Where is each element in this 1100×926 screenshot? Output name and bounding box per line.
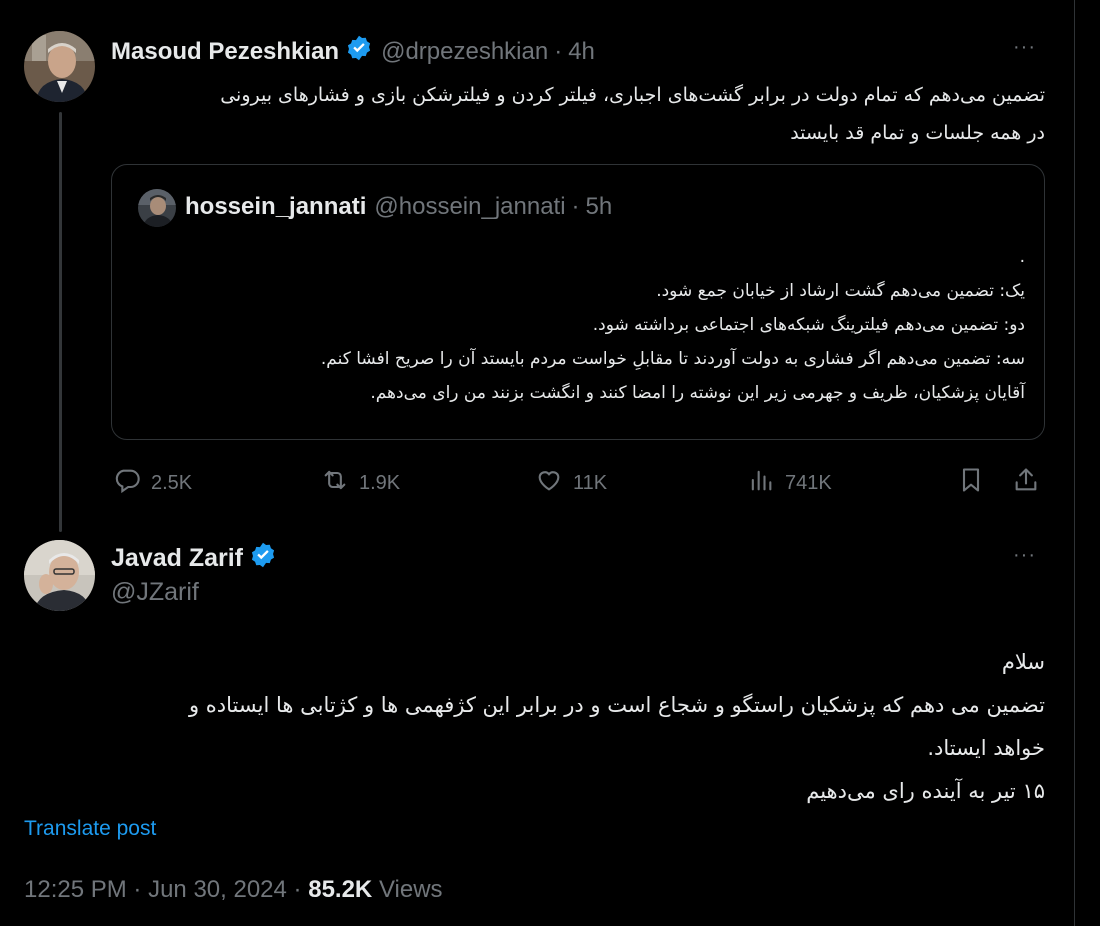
quote-author-name[interactable]: hossein_jannati [185, 193, 366, 221]
quote-text-line: آقایان پزشکیان، ظریف و جهرمی زیر این نوش… [370, 383, 1025, 403]
post-meta: 12:25 PM · Jun 30, 2024 · 85.2K Views [24, 876, 443, 904]
verified-badge-icon [345, 34, 373, 69]
post-time[interactable]: 4h [568, 38, 595, 66]
share-button[interactable] [1011, 466, 1049, 500]
reply-icon [111, 466, 151, 500]
column-border [1074, 0, 1075, 926]
quote-text-line: سه: تضمین می‌دهم اگر فشاری به دولت آوردن… [320, 349, 1025, 369]
view-count: 741K [785, 471, 832, 494]
avatar-zarif[interactable] [24, 540, 95, 611]
reply-button[interactable]: 2.5K [111, 466, 192, 500]
views-button[interactable]: 741K [745, 466, 832, 500]
quote-text-line: . [1019, 247, 1025, 267]
quote-text-line: دو: تضمین می‌دهم فیلترینگ شبکه‌های اجتما… [592, 315, 1025, 335]
quote-text: . یک: تضمین می‌دهم گشت ارشاد از خیابان ج… [130, 240, 1025, 410]
quote-header: hossein_jannati @hossein_jannati · 5h [185, 193, 612, 221]
separator-dot: · [571, 193, 580, 220]
post-time[interactable]: 12:25 PM [24, 876, 127, 903]
tweet-text-line: در همه جلسات و تمام قد بایستد [790, 122, 1045, 144]
thread-connector [59, 112, 62, 532]
tweet-text-line: خواهد ایستاد. [927, 736, 1045, 760]
heart-icon [533, 466, 573, 500]
separator-dot: · [554, 37, 563, 65]
author-handle[interactable]: @JZarif [111, 578, 199, 607]
share-icon [1011, 466, 1049, 500]
avatar-jannati[interactable] [138, 189, 176, 227]
views-label: Views [378, 876, 443, 903]
repost-icon [319, 466, 359, 500]
tweet2-handle-row: @JZarif [111, 578, 199, 607]
translate-post-link[interactable]: Translate post [24, 817, 156, 841]
like-button[interactable]: 11K [533, 466, 607, 500]
post-date[interactable]: Jun 30, 2024 [148, 876, 287, 903]
quote-author-handle[interactable]: @hossein_jannati [374, 193, 565, 221]
tweet1-text: تضمین می‌دهم که تمام دولت در برابر گشت‌ه… [111, 76, 1045, 152]
quote-text-line: یک: تضمین می‌دهم گشت ارشاد از خیابان جمع… [656, 281, 1025, 301]
separator-dot: · [133, 876, 142, 903]
like-count: 11K [573, 471, 608, 494]
tweet-text-line: تضمین می‌دهم که تمام دولت در برابر گشت‌ه… [220, 84, 1045, 106]
author-name[interactable]: Javad Zarif [111, 544, 243, 573]
tweet1-header: Masoud Pezeshkian @drpezeshkian · 4h [111, 34, 595, 69]
tweet2-text: سلام تضمین می دهم که پزشکیان راستگو و شج… [30, 641, 1045, 813]
tweet-text-line: تضمین می دهم که پزشکیان راستگو و شجاع اس… [188, 693, 1045, 717]
bar-chart-icon [745, 466, 785, 500]
views-count: 85.2K [308, 876, 373, 903]
repost-button[interactable]: 1.9K [319, 466, 400, 500]
author-name[interactable]: Masoud Pezeshkian [111, 38, 339, 66]
tweet-text-line: سلام [1001, 650, 1045, 674]
tweet1-action-bar: 2.5K 1.9K 11K 741K [111, 460, 1045, 500]
bookmark-button[interactable] [956, 466, 994, 500]
bookmark-icon [956, 466, 994, 500]
more-options-icon[interactable]: ··· [1013, 36, 1036, 59]
more-options-icon[interactable]: ··· [1013, 544, 1036, 567]
reply-count: 2.5K [151, 471, 193, 494]
repost-count: 1.9K [359, 471, 401, 494]
tweet2-header: Javad Zarif [111, 541, 277, 576]
quote-post-time[interactable]: 5h [586, 193, 613, 221]
avatar-pezeshkian[interactable] [24, 31, 95, 102]
verified-badge-icon [249, 541, 277, 576]
author-handle[interactable]: @drpezeshkian [381, 38, 548, 66]
separator-dot: · [293, 876, 302, 903]
tweet-text-line: ۱۵ تیر به آینده رای می‌دهیم [806, 779, 1045, 803]
